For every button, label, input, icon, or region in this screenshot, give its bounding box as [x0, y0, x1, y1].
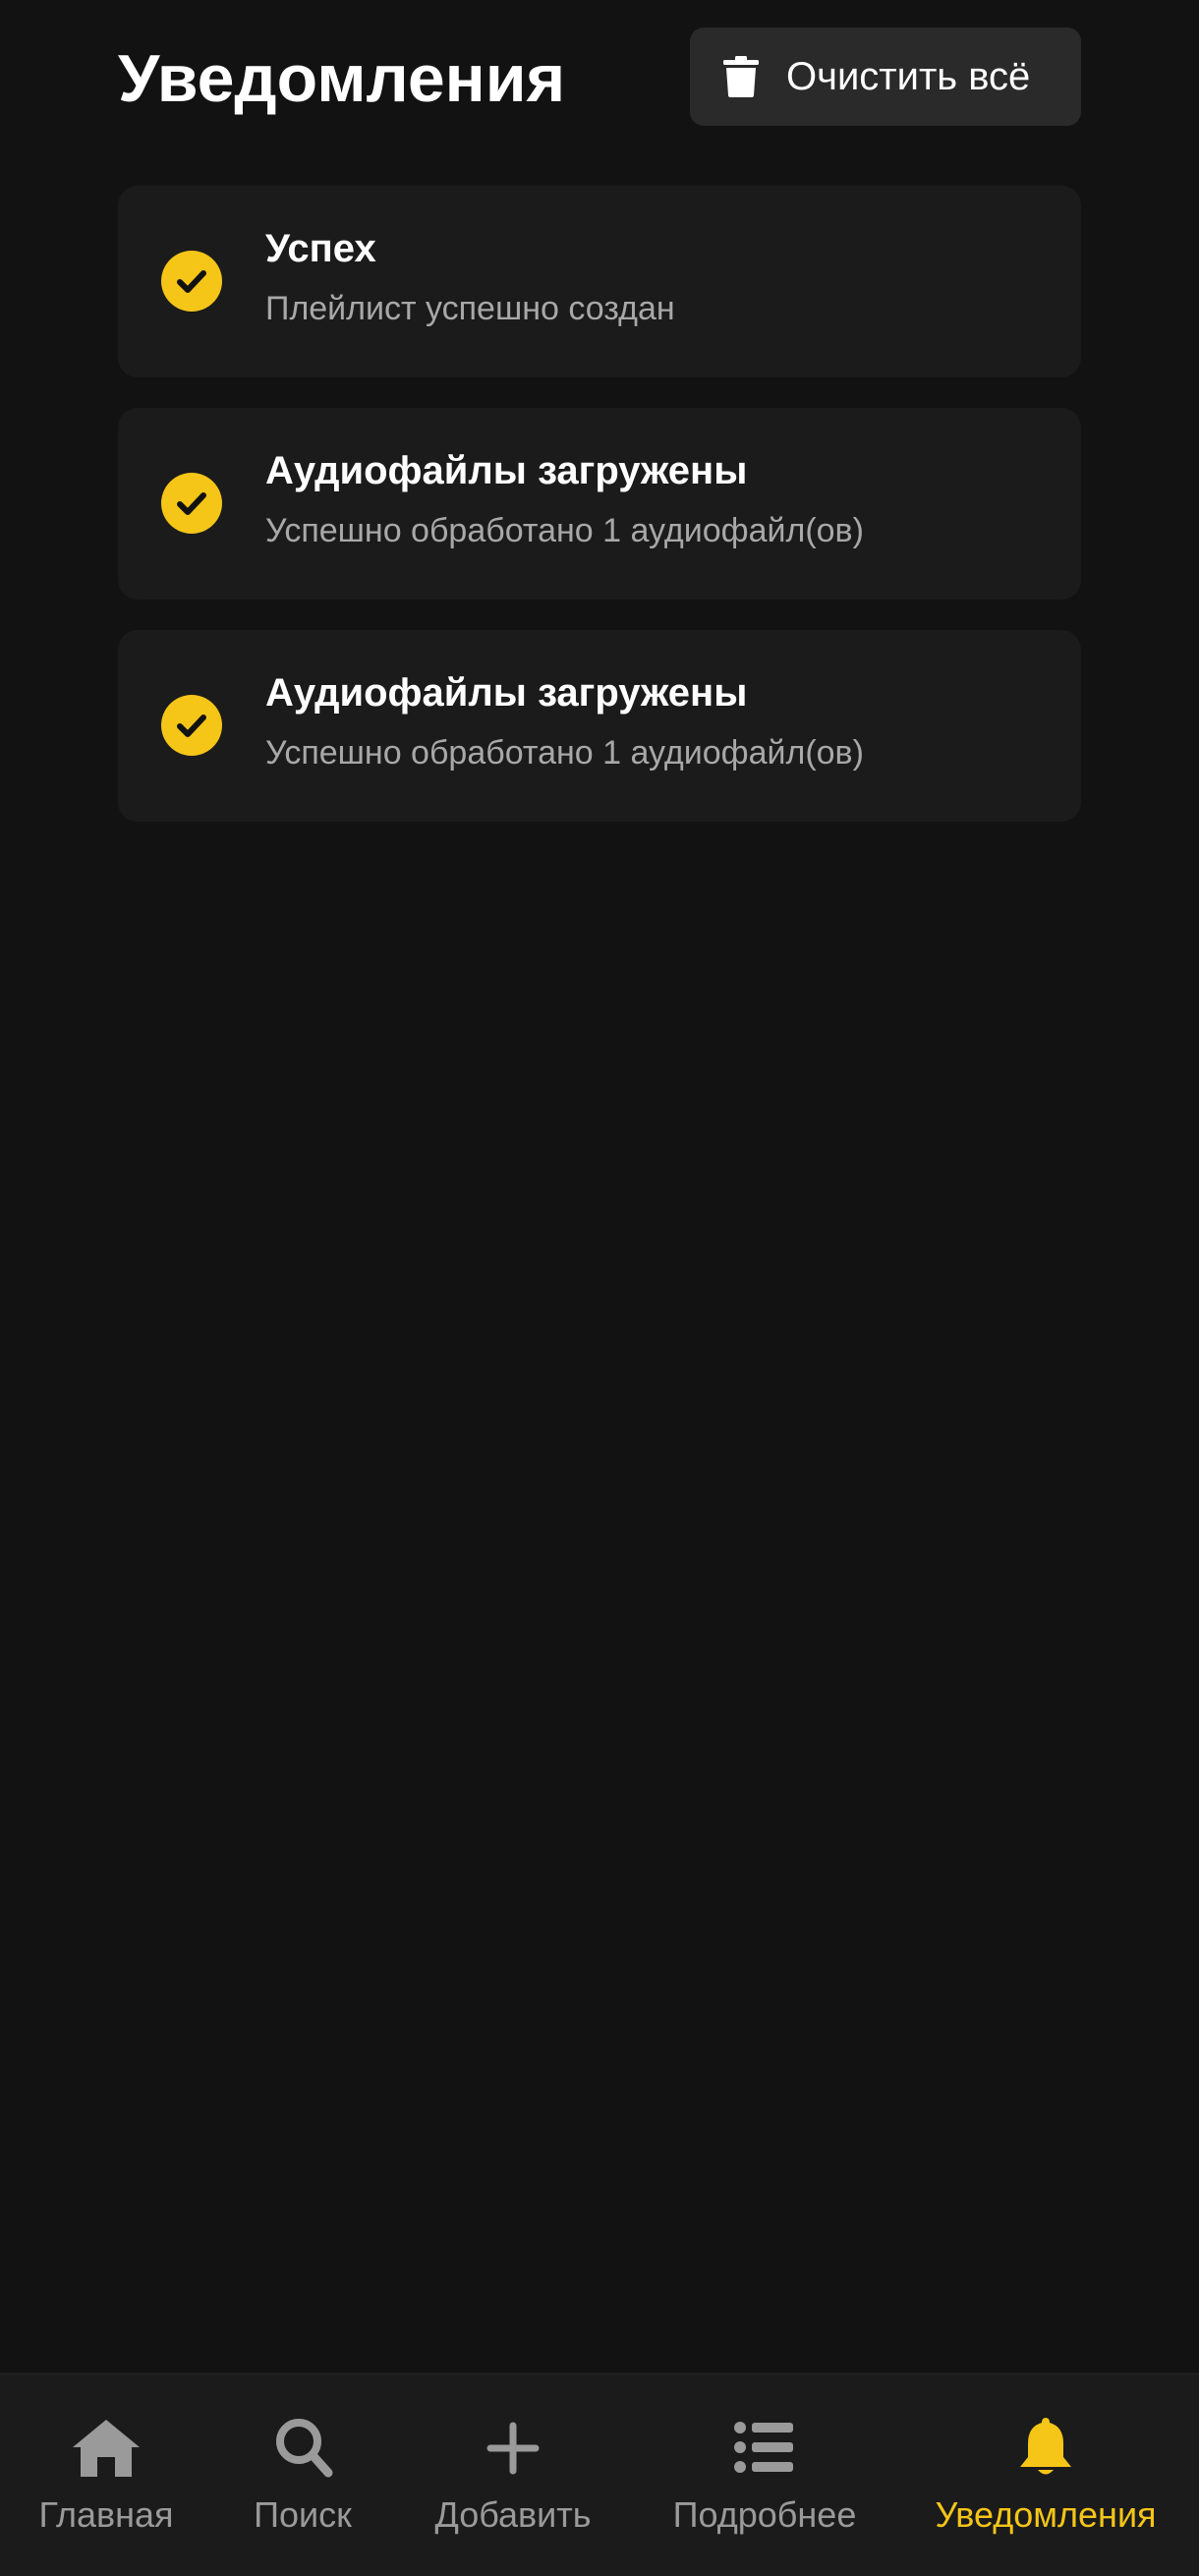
- clear-all-label: Очистить всё: [786, 54, 1031, 98]
- notification-message: Успешно обработано 1 аудиофайл(ов): [265, 512, 864, 549]
- bottom-navigation: Главная Поиск Добавить Подробнее Уведомл…: [0, 2373, 1199, 2576]
- notification-title: Аудиофайлы загружены: [265, 449, 748, 492]
- page-title: Уведомления: [118, 41, 566, 116]
- notification-message: Плейлист успешно создан: [265, 290, 675, 327]
- notification-message: Успешно обработано 1 аудиофайл(ов): [265, 734, 864, 772]
- nav-label-search: Поиск: [254, 2494, 352, 2535]
- home-icon: [73, 2420, 140, 2477]
- notification-title: Успех: [265, 227, 376, 270]
- notification-title: Аудиофайлы загружены: [265, 671, 748, 715]
- notification-card[interactable]: Аудиофайлы загружены Успешно обработано …: [118, 630, 1081, 822]
- nav-label-add: Добавить: [434, 2494, 592, 2535]
- check-circle-icon: [161, 473, 222, 534]
- notifications-screen: Уведомления Очистить всё Успех Плейлист …: [0, 0, 1199, 2576]
- plus-icon: [486, 2422, 540, 2475]
- search-icon: [276, 2419, 333, 2478]
- nav-item-more[interactable]: Подробнее: [670, 2375, 859, 2576]
- notification-card[interactable]: Аудиофайлы загружены Успешно обработано …: [118, 408, 1081, 600]
- header: Уведомления Очистить всё: [118, 28, 1081, 126]
- check-circle-icon: [161, 695, 222, 756]
- nav-item-search[interactable]: Поиск: [244, 2375, 362, 2576]
- trash-icon: [723, 56, 759, 97]
- bell-icon: [1020, 2418, 1071, 2475]
- nav-item-notifications[interactable]: Уведомления: [930, 2375, 1162, 2576]
- clear-all-button[interactable]: Очистить всё: [690, 28, 1081, 126]
- nav-item-add[interactable]: Добавить: [428, 2375, 598, 2576]
- nav-label-notifications: Уведомления: [935, 2494, 1157, 2535]
- notification-card[interactable]: Успех Плейлист успешно создан: [118, 186, 1081, 377]
- nav-item-home[interactable]: Главная: [37, 2375, 175, 2576]
- nav-label-home: Главная: [38, 2494, 174, 2535]
- nav-label-more: Подробнее: [672, 2494, 857, 2535]
- list-icon: [734, 2422, 793, 2473]
- check-circle-icon: [161, 251, 222, 312]
- notification-list: Успех Плейлист успешно создан Аудиофайлы…: [118, 186, 1081, 852]
